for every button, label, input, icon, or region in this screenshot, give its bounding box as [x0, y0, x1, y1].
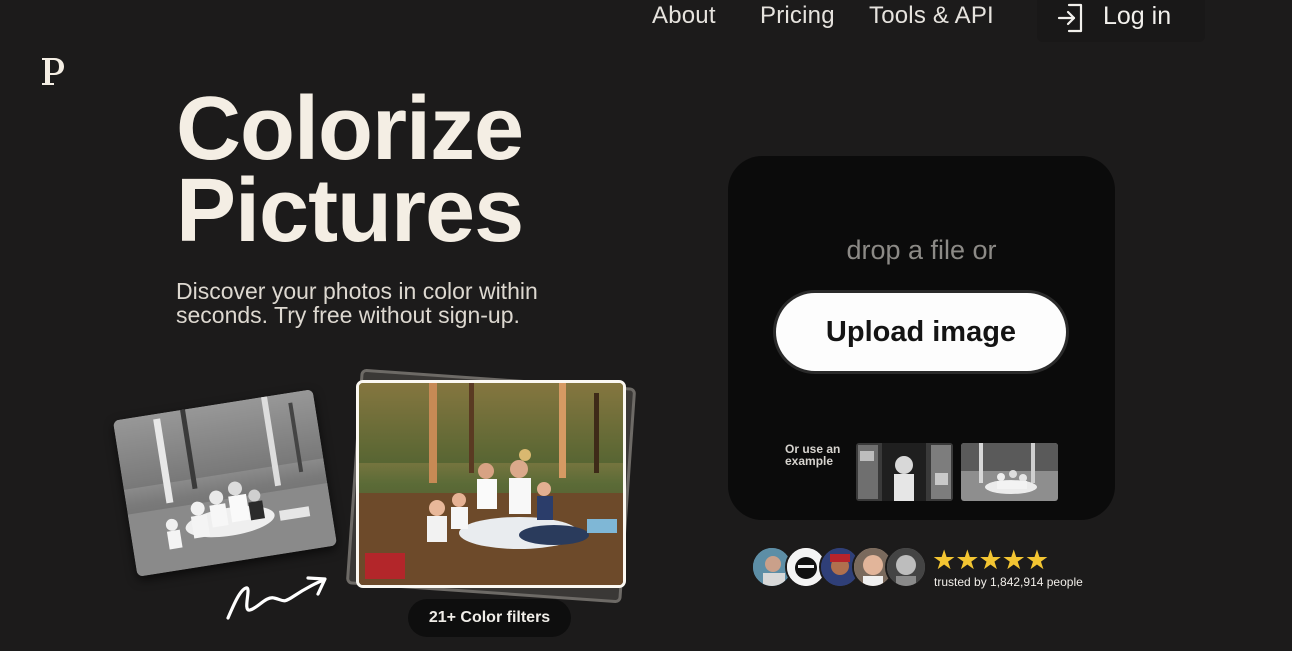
drop-file-text: drop a file or	[846, 235, 997, 265]
upload-image-button[interactable]: Upload image	[773, 290, 1069, 374]
example-image-1[interactable]	[856, 443, 953, 501]
hero-title-line1: Colorize	[176, 79, 524, 179]
nav-about-link[interactable]: About	[652, 2, 716, 30]
color-filters-badge: 21+ Color filters	[408, 599, 571, 637]
hero-title-line2: Pictures	[176, 161, 524, 261]
hero-subtitle: Discover your photos in color within sec…	[176, 278, 538, 328]
avatar	[885, 546, 927, 588]
curly-arrow-icon	[226, 576, 327, 620]
hero-title: Colorize Pictures	[176, 79, 524, 261]
bw-photo-sample	[112, 389, 338, 577]
user-avatars	[751, 546, 931, 588]
login-button[interactable]: Log in	[1037, 0, 1205, 42]
example-image-2[interactable]	[961, 443, 1058, 501]
rating-stars-icon: ★★★★★	[932, 545, 1049, 575]
login-icon	[1057, 3, 1083, 33]
color-photo-sample	[356, 380, 626, 588]
example-label: Or use an example	[785, 442, 841, 468]
nav-pricing-link[interactable]: Pricing	[760, 2, 835, 30]
nav-tools-link[interactable]: Tools & API	[869, 2, 994, 30]
upload-card[interactable]: drop a file or Upload image Or use an ex…	[728, 156, 1115, 520]
trusted-count-text: trusted by 1,842,914 people	[934, 575, 1083, 589]
logo-icon[interactable]	[40, 54, 66, 88]
login-label: Log in	[1103, 2, 1172, 30]
